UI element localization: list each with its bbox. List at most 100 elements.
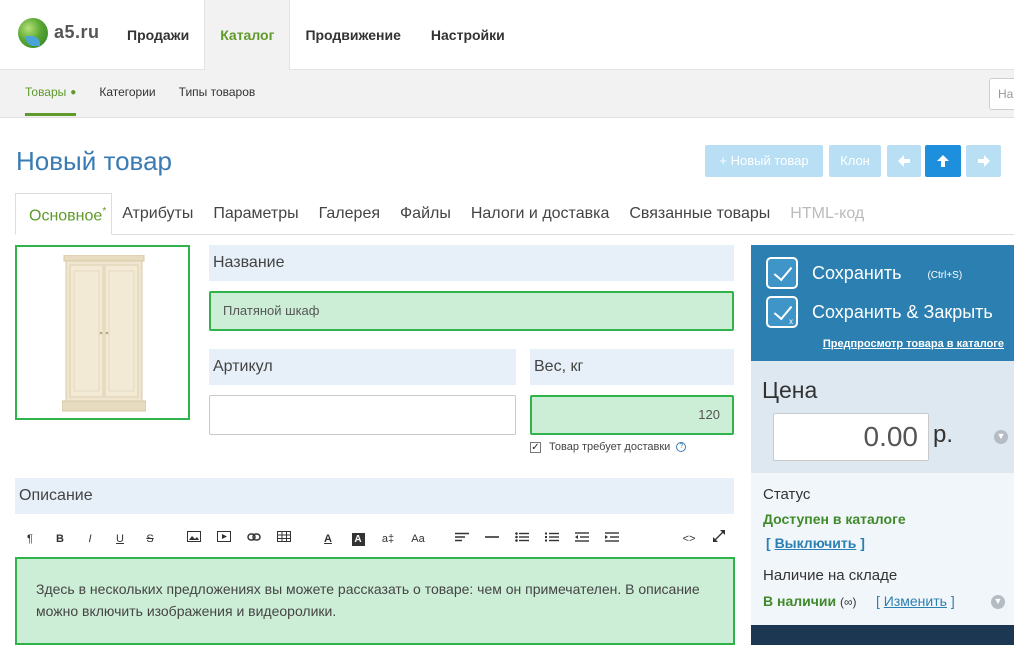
sub-navigation-bar: Товары ● Категории Типы товаров — [0, 70, 1014, 118]
plus-icon: + — [719, 153, 731, 168]
tab-attributes[interactable]: Атрибуты — [112, 193, 203, 235]
price-input[interactable]: 0.00 — [773, 413, 929, 461]
sub-nav: Товары ● Категории Типы товаров — [25, 70, 278, 118]
sku-field[interactable] — [209, 395, 516, 435]
image-icon[interactable] — [184, 526, 204, 552]
video-icon[interactable] — [214, 526, 234, 552]
status-value: Доступен в каталоге — [763, 511, 906, 527]
preview-in-catalog-link[interactable]: Предпросмотр товара в каталоге — [823, 338, 1004, 350]
background-color-icon[interactable]: A — [348, 526, 368, 552]
description-label: Описание — [15, 478, 734, 514]
requires-delivery-checkbox[interactable]: ✓ — [530, 441, 541, 453]
indent-icon[interactable] — [602, 526, 622, 552]
name-label: Название — [209, 245, 734, 281]
weight-label: Вес, кг — [530, 349, 734, 385]
next-product-button[interactable] — [966, 145, 1001, 177]
arrow-right-icon — [977, 155, 990, 167]
paragraph-icon[interactable]: ¶ — [20, 526, 40, 552]
stock-label: Наличие на складе — [763, 567, 898, 584]
close-mark-icon: x — [789, 317, 793, 326]
product-tabs: Основное* Атрибуты Параметры Галерея Фай… — [15, 193, 1014, 235]
logo-text[interactable]: a5.ru — [54, 22, 100, 43]
bullet-list-glyph — [515, 532, 529, 542]
save-close-check-icon: x — [766, 296, 798, 328]
numbered-list-icon[interactable] — [542, 526, 562, 552]
save-shortcut-hint: (Ctrl+S) — [927, 269, 963, 281]
font-case-icon[interactable]: Aa — [408, 526, 428, 552]
clone-button[interactable]: Клон — [829, 145, 881, 177]
indent-glyph — [605, 532, 619, 542]
stock-value: В наличии (∞) — [763, 593, 857, 609]
stock-value-text: В наличии — [763, 593, 837, 609]
nav-item-promotion[interactable]: Продвижение — [290, 0, 415, 70]
sub-nav-product-types[interactable]: Типы товаров — [179, 70, 256, 118]
new-product-button[interactable]: + Новый товар — [705, 145, 823, 177]
fullscreen-icon[interactable] — [709, 526, 729, 552]
requires-delivery-label: Товар требует доставки — [549, 441, 671, 453]
status-label: Статус — [763, 486, 811, 503]
hr-glyph — [485, 536, 499, 538]
sub-nav-products-label: Товары — [25, 85, 67, 99]
tab-files[interactable]: Файлы — [390, 193, 461, 235]
new-product-label: Новый товар — [730, 153, 809, 168]
save-panel: Сохранить (Ctrl+S) x Сохранить & Закрыть… — [751, 245, 1014, 361]
code-icon[interactable]: <> — [679, 526, 699, 552]
underline-icon[interactable]: U — [110, 526, 130, 552]
font-color-icon[interactable]: A — [318, 526, 338, 552]
stock-change-label: Изменить — [883, 593, 947, 609]
sku-label: Артикул — [209, 349, 516, 385]
hr-icon[interactable] — [482, 526, 502, 552]
top-navigation-bar: a5.ru Продажи Каталог Продвижение Настро… — [0, 0, 1014, 70]
upload-product-button[interactable] — [925, 145, 961, 177]
sub-nav-products[interactable]: Товары ● — [25, 70, 77, 118]
tab-related-products[interactable]: Связанные товары — [619, 193, 780, 235]
action-sidebar: Сохранить (Ctrl+S) x Сохранить & Закрыть… — [751, 245, 1014, 645]
tab-taxes-delivery[interactable]: Налоги и доставка — [461, 193, 620, 235]
help-icon[interactable]: ? — [676, 442, 687, 452]
nav-item-sales[interactable]: Продажи — [112, 0, 204, 70]
tab-main-label: Основное — [29, 207, 103, 225]
outdent-icon[interactable] — [572, 526, 592, 552]
strikethrough-icon[interactable]: S — [140, 526, 160, 552]
prev-product-button[interactable] — [887, 145, 921, 177]
stock-change-link[interactable]: [ Изменить ] — [876, 593, 955, 609]
product-image[interactable] — [15, 245, 190, 420]
weight-field[interactable]: 120 — [530, 395, 734, 435]
save-close-button[interactable]: x Сохранить & Закрыть — [766, 296, 993, 328]
chevron-down-icon[interactable]: ▼ — [994, 430, 1008, 444]
bullet-list-icon[interactable] — [512, 526, 532, 552]
image-glyph — [187, 531, 201, 542]
save-label: Сохранить — [812, 262, 902, 283]
active-dot-icon: ● — [70, 87, 77, 98]
tab-html-code[interactable]: HTML-код — [780, 193, 874, 235]
price-label: Цена — [762, 377, 818, 403]
page-title: Новый товар — [16, 146, 172, 176]
sub-nav-categories[interactable]: Категории — [99, 70, 155, 118]
search-input[interactable]: На — [989, 78, 1014, 110]
arrow-left-icon — [898, 155, 910, 167]
video-glyph — [217, 531, 231, 542]
table-glyph — [277, 531, 291, 542]
delivery-checkbox-row: ✓ Товар требует доставки ? — [530, 441, 687, 453]
align-icon[interactable] — [452, 526, 472, 552]
italic-icon[interactable]: I — [80, 526, 100, 552]
link-icon[interactable] — [244, 526, 264, 552]
font-size-icon[interactable]: a‡ — [378, 526, 398, 552]
sidebar-footer-strip — [751, 625, 1014, 645]
bold-icon[interactable]: B — [50, 526, 70, 552]
save-button[interactable]: Сохранить (Ctrl+S) — [766, 257, 962, 289]
tab-main[interactable]: Основное* — [15, 193, 113, 235]
status-toggle-link[interactable]: [ Выключить ] — [766, 535, 865, 551]
table-icon[interactable] — [274, 526, 294, 552]
tab-parameters[interactable]: Параметры — [203, 193, 308, 235]
nav-item-catalog[interactable]: Каталог — [204, 0, 291, 70]
tab-gallery[interactable]: Галерея — [309, 193, 390, 235]
background-color-glyph: A — [351, 533, 365, 546]
chevron-down-icon[interactable]: ▼ — [991, 595, 1005, 609]
arrow-up-icon — [937, 155, 949, 167]
fullscreen-glyph — [713, 530, 725, 542]
numbered-list-glyph — [545, 532, 559, 542]
nav-item-settings[interactable]: Настройки — [416, 0, 520, 70]
description-editor[interactable]: Здесь в нескольких предложениях вы может… — [15, 557, 735, 645]
name-field[interactable]: Платяной шкаф — [209, 291, 734, 331]
